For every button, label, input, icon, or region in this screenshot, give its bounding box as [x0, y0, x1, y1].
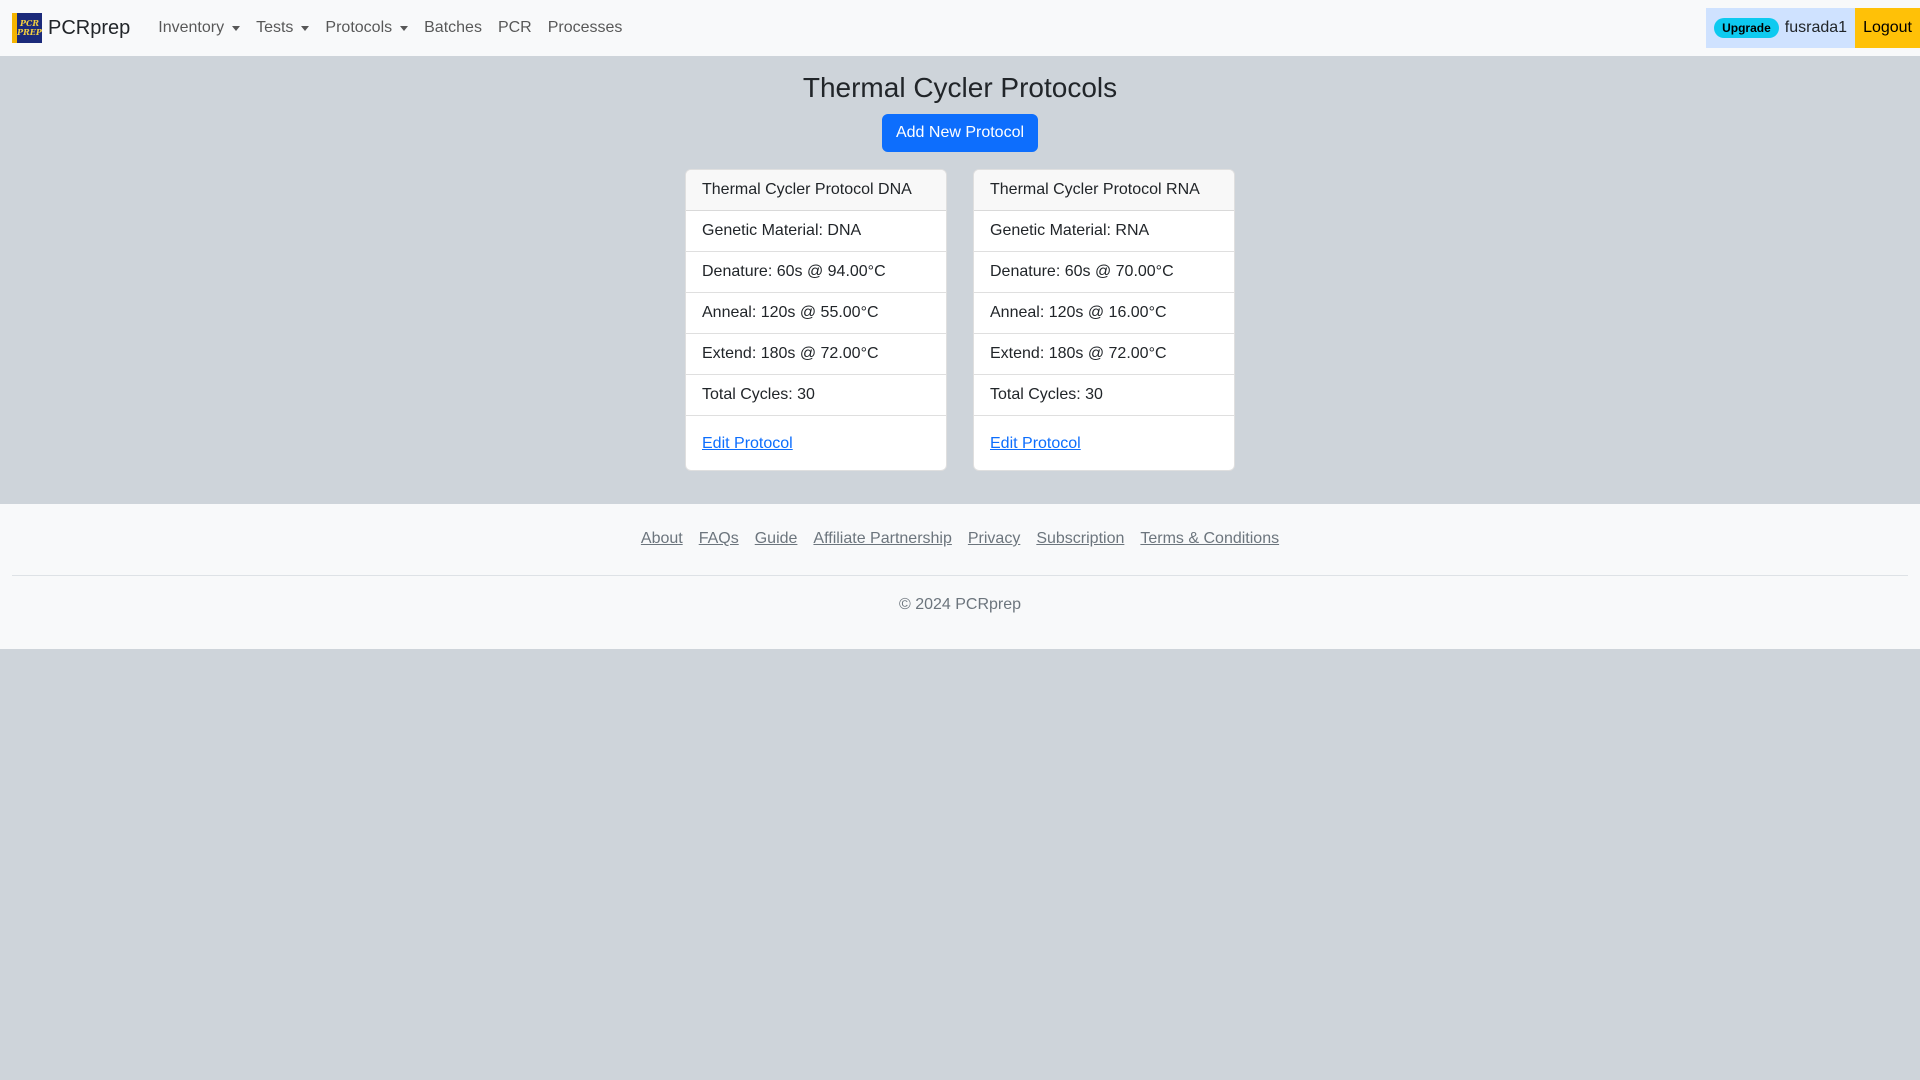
- pcrprep-logo-icon: PCR PREP: [12, 13, 42, 43]
- copyright-text: © 2024 PCRprep: [898, 596, 1022, 613]
- caret-down-icon: [232, 25, 241, 31]
- nav-item-batches[interactable]: Batches: [416, 11, 490, 45]
- protocol-card-dna: Thermal Cycler Protocol DNA Genetic Mate…: [685, 169, 947, 471]
- footer-link-subscription[interactable]: Subscription: [1036, 530, 1124, 548]
- page-title: Thermal Cycler Protocols: [802, 72, 1118, 103]
- footer-link-terms[interactable]: Terms & Conditions: [1140, 530, 1279, 548]
- footer-link-faqs[interactable]: FAQs: [699, 530, 739, 548]
- footer: About FAQs Guide Affiliate Partnership P…: [0, 504, 1920, 649]
- nav-item-processes[interactable]: Processes: [540, 11, 631, 45]
- footer-link-about[interactable]: About: [641, 530, 683, 548]
- caret-down-icon: [301, 25, 310, 31]
- add-new-protocol-button[interactable]: Add New Protocol: [882, 114, 1038, 152]
- card-body: Edit Protocol: [974, 416, 1234, 470]
- genetic-material: Genetic Material: DNA: [686, 211, 946, 252]
- brand-home-link[interactable]: PCR PREP PCRprep: [12, 13, 130, 43]
- logout-button[interactable]: Logout: [1855, 8, 1920, 48]
- denature-step: Denature: 60s @ 70.00°C: [974, 252, 1234, 293]
- main-content: Thermal Cycler Protocols Add New Protoco…: [0, 56, 1920, 504]
- extend-step: Extend: 180s @ 72.00°C: [686, 334, 946, 375]
- upgrade-badge[interactable]: Upgrade: [1714, 18, 1779, 38]
- nav-item-protocols[interactable]: Protocols: [317, 11, 416, 45]
- nav-item-label: Inventory: [158, 19, 225, 36]
- denature-step: Denature: 60s @ 94.00°C: [686, 252, 946, 293]
- nav-item-label: Batches: [424, 19, 482, 36]
- footer-link-affiliate[interactable]: Affiliate Partnership: [813, 530, 951, 548]
- nav-item-label: Tests: [256, 19, 294, 36]
- nav-item-pcr[interactable]: PCR: [490, 11, 540, 45]
- protocol-card-title: Thermal Cycler Protocol DNA: [686, 170, 946, 211]
- nav-item-inventory[interactable]: Inventory: [150, 11, 248, 45]
- top-navbar: PCR PREP PCRprep Inventory Tests Protoco…: [0, 0, 1920, 56]
- caret-down-icon: [400, 25, 409, 31]
- anneal-step: Anneal: 120s @ 16.00°C: [974, 293, 1234, 334]
- footer-link-privacy[interactable]: Privacy: [968, 530, 1020, 548]
- genetic-material: Genetic Material: RNA: [974, 211, 1234, 252]
- edit-protocol-link[interactable]: Edit Protocol: [990, 435, 1081, 453]
- user-box: Upgrade fusrada1: [1706, 8, 1856, 48]
- protocol-card-title: Thermal Cycler Protocol RNA: [974, 170, 1234, 211]
- nav-menu: Inventory Tests Protocols Batches PCR Pr…: [150, 11, 630, 45]
- extend-step: Extend: 180s @ 72.00°C: [974, 334, 1234, 375]
- nav-item-label: Protocols: [325, 19, 393, 36]
- footer-links: About FAQs Guide Affiliate Partnership P…: [0, 530, 1920, 548]
- footer-link-guide[interactable]: Guide: [755, 530, 798, 548]
- edit-protocol-link[interactable]: Edit Protocol: [702, 435, 793, 453]
- logo-text-bottom: PREP: [17, 27, 42, 37]
- footer-divider: [12, 575, 1908, 576]
- nav-item-tests[interactable]: Tests: [248, 11, 317, 45]
- card-body: Edit Protocol: [686, 416, 946, 470]
- anneal-step: Anneal: 120s @ 55.00°C: [686, 293, 946, 334]
- total-cycles: Total Cycles: 30: [686, 375, 946, 416]
- brand-name: PCRprep: [48, 16, 131, 39]
- user-area: Upgrade fusrada1 Logout: [1706, 8, 1920, 48]
- nav-item-label: Processes: [547, 19, 623, 36]
- nav-item-label: PCR: [497, 19, 532, 36]
- username: fusrada1: [1784, 19, 1848, 36]
- protocol-card-rna: Thermal Cycler Protocol RNA Genetic Mate…: [973, 169, 1235, 471]
- total-cycles: Total Cycles: 30: [974, 375, 1234, 416]
